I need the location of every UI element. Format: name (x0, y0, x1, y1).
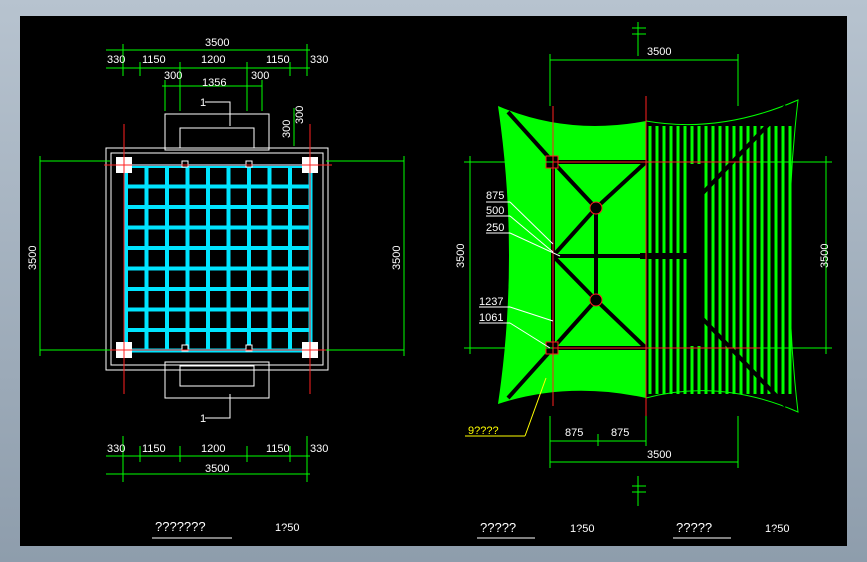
plan-bottom-total: 3500 (205, 463, 229, 475)
roof-label-1061: 1061 (479, 312, 503, 324)
roof-tile-stripes (648, 126, 792, 394)
plan-right-height: 3500 (391, 246, 403, 270)
roof-scale-right: 1?50 (765, 523, 789, 535)
plan-bottom-seg-2: 1150 (142, 443, 166, 455)
plan-right-small-2: 300 (294, 106, 306, 124)
roof-right-height: 3500 (819, 244, 831, 268)
cad-drawing-canvas[interactable]: 3500 330 1150 1200 1150 330 300 1356 300… (20, 16, 847, 546)
section-mark-top: 1 (200, 97, 206, 109)
plan-bottom-seg-1: 330 (107, 443, 125, 455)
plan-left-height: 3500 (27, 246, 39, 270)
plan-top-seg-5: 330 (310, 54, 328, 66)
plan-top-sub-1: 300 (164, 70, 182, 82)
floor-plan: 3500 330 1150 1200 1150 330 300 1356 300… (27, 37, 405, 539)
roof-angle-label: 9???? (468, 425, 499, 437)
roof-top-total: 3500 (647, 46, 671, 58)
roof-title-right: ????? (676, 520, 712, 535)
section-mark-bottom: 1 (200, 413, 206, 425)
plan-top-sub-3: 300 (251, 70, 269, 82)
roof-label-250: 250 (486, 222, 504, 234)
roof-bottom-seg-1: 875 (565, 427, 583, 439)
plan-top-seg-4: 1150 (266, 54, 290, 66)
roof-left-height: 3500 (455, 244, 467, 268)
roof-bottom-seg-2: 875 (611, 427, 629, 439)
plan-top-seg-3: 1200 (201, 54, 225, 66)
plan-bottom-seg-4: 1150 (266, 443, 290, 455)
floor-grid (124, 164, 313, 353)
plan-top-seg-2: 1150 (142, 54, 166, 66)
plan-top-total: 3500 (205, 37, 229, 49)
plan-bottom-seg-3: 1200 (201, 443, 225, 455)
roof-scale-left: 1?50 (570, 523, 594, 535)
plan-top-seg-1: 330 (107, 54, 125, 66)
roof-title-left: ????? (480, 520, 516, 535)
roof-bottom-total: 3500 (647, 449, 671, 461)
plan-bottom-seg-5: 330 (310, 443, 328, 455)
plan-top-sub-2: 1356 (202, 77, 226, 89)
cad-drawing: 3500 330 1150 1200 1150 330 300 1356 300… (27, 22, 832, 539)
plan-right-small-1: 300 (281, 120, 293, 138)
roof-label-500: 500 (486, 205, 504, 217)
roof-label-1237: 1237 (479, 296, 503, 308)
plan-scale: 1?50 (275, 522, 299, 534)
plan-title: ??????? (155, 519, 206, 534)
roof-label-875: 875 (486, 190, 504, 202)
roof-plan: 3500 3500 3500 875 500 250 1237 1061 9??… (455, 22, 832, 539)
